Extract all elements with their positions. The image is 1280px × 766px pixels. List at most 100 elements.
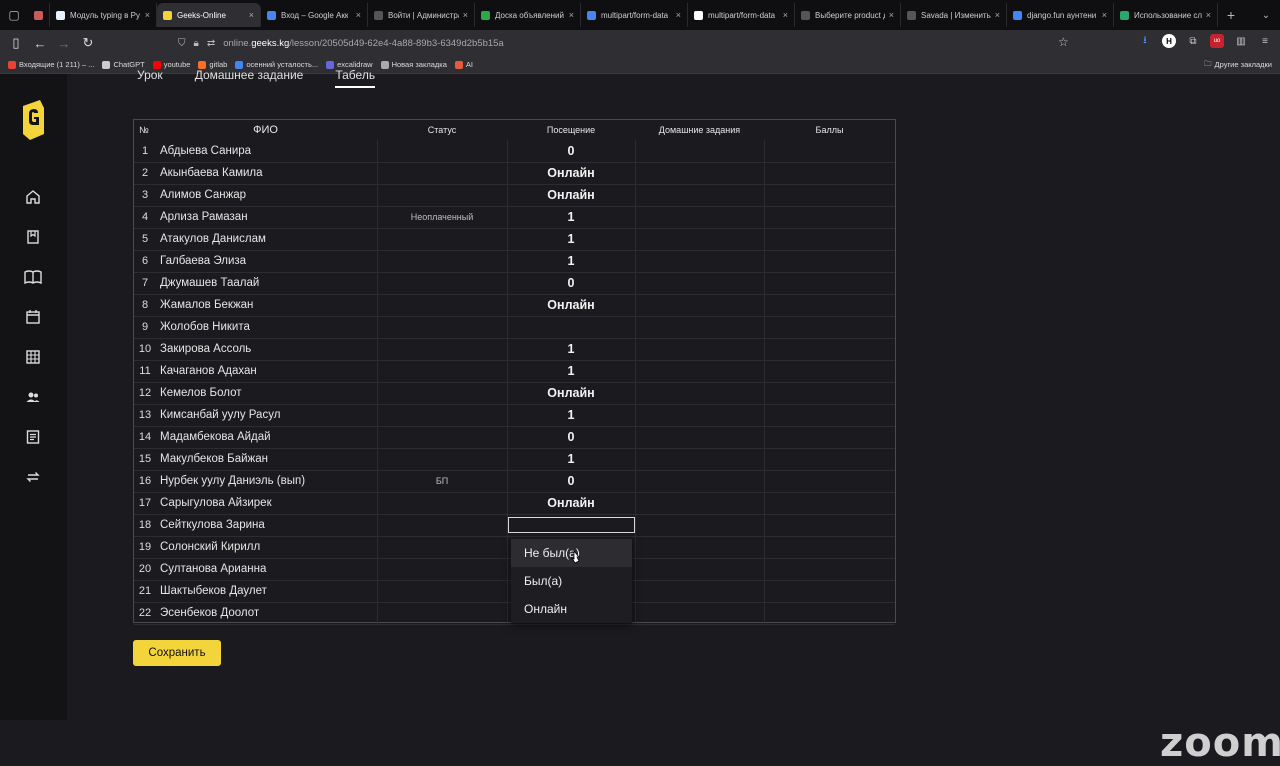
attendance-cell[interactable]: 0 [507, 272, 636, 295]
attendance-cell[interactable]: 1 [507, 448, 636, 471]
homework-cell[interactable] [635, 514, 765, 537]
homework-cell[interactable] [635, 492, 765, 515]
points-cell[interactable] [764, 382, 895, 405]
profile-avatar[interactable]: H [1162, 34, 1176, 48]
attendance-cell[interactable]: Онлайн [507, 162, 636, 185]
download-icon[interactable]: ⭳ [1138, 34, 1152, 48]
points-cell[interactable] [764, 448, 895, 471]
points-cell[interactable] [764, 228, 895, 251]
save-button[interactable]: Сохранить [133, 640, 221, 666]
site-settings-icon[interactable]: ⇄ [207, 38, 215, 49]
homework-cell[interactable] [635, 140, 765, 163]
points-cell[interactable] [764, 338, 895, 361]
points-cell[interactable] [764, 294, 895, 317]
table-grid-icon[interactable] [24, 348, 42, 366]
attendance-cell[interactable]: Онлайн [507, 294, 636, 317]
browser-tab[interactable]: Использование сл × [1114, 3, 1218, 27]
tab-close-icon[interactable]: × [779, 10, 788, 20]
browser-tab[interactable]: Geeks-Online × [157, 3, 261, 27]
points-cell[interactable] [764, 602, 895, 625]
other-bookmarks[interactable]: 🗀︎ Другие закладки [1204, 58, 1272, 71]
tab-journal[interactable]: Табель [335, 68, 376, 88]
bookmark-star-icon[interactable]: ☆ [1058, 35, 1069, 49]
tab-close-icon[interactable]: × [141, 10, 150, 20]
new-tab-button[interactable]: + [1218, 7, 1244, 23]
split-view-icon[interactable]: ▥ [1234, 34, 1248, 48]
attendance-cell[interactable]: 0 [507, 426, 636, 449]
users-icon[interactable] [24, 388, 42, 406]
homework-cell[interactable] [635, 426, 765, 449]
attendance-cell[interactable]: 1 [507, 206, 636, 229]
homework-cell[interactable] [635, 382, 765, 405]
tab-overview-icon[interactable]: ▢ [0, 0, 28, 30]
points-cell[interactable] [764, 558, 895, 581]
homework-cell[interactable] [635, 404, 765, 427]
home-icon[interactable] [24, 188, 42, 206]
browser-tab[interactable]: Доска объявлений × [475, 3, 581, 27]
attendance-cell[interactable]: Онлайн [507, 184, 636, 207]
browser-tab[interactable]: Модуль typing в Py × [50, 3, 157, 27]
forward-button[interactable]: → [52, 36, 76, 51]
attendance-cell[interactable]: 1 [507, 338, 636, 361]
points-cell[interactable] [764, 404, 895, 427]
points-cell[interactable] [764, 140, 895, 163]
tab-close-icon[interactable]: × [1202, 10, 1211, 20]
tab-close-icon[interactable]: × [352, 10, 361, 20]
tab-close-icon[interactable]: × [459, 10, 468, 20]
homework-cell[interactable] [635, 184, 765, 207]
attendance-cell[interactable]: 1 [507, 404, 636, 427]
attendance-cell[interactable] [507, 316, 636, 339]
homework-cell[interactable] [635, 602, 765, 625]
attendance-cell[interactable]: 1 [507, 228, 636, 251]
tab-close-icon[interactable]: × [885, 10, 894, 20]
browser-tab[interactable]: Savada | Изменить пол× [901, 3, 1007, 27]
tab-close-icon[interactable]: × [991, 10, 1000, 20]
browser-tab[interactable]: Выберите product для× [795, 3, 901, 27]
points-cell[interactable] [764, 360, 895, 383]
homework-cell[interactable] [635, 316, 765, 339]
tab-close-icon[interactable]: × [1098, 10, 1107, 20]
points-cell[interactable] [764, 184, 895, 207]
homework-cell[interactable] [635, 294, 765, 317]
sidebar-toggle-icon[interactable]: ▯ [4, 35, 28, 51]
browser-tab[interactable]: django.fun аунтени × [1007, 3, 1114, 27]
browser-tab[interactable] [28, 3, 50, 27]
homework-cell[interactable] [635, 206, 765, 229]
points-cell[interactable] [764, 514, 895, 537]
attendance-cell[interactable]: 1 [507, 250, 636, 273]
tab-close-icon[interactable]: × [245, 10, 254, 20]
tab-homework[interactable]: Домашнее задание [195, 68, 304, 88]
menu-icon[interactable]: ≡ [1258, 34, 1272, 48]
geeks-logo[interactable] [20, 100, 46, 140]
homework-cell[interactable] [635, 228, 765, 251]
points-cell[interactable] [764, 492, 895, 515]
points-cell[interactable] [764, 470, 895, 493]
open-book-icon[interactable] [24, 268, 42, 286]
browser-tab[interactable]: multipart/form-data × [581, 3, 688, 27]
points-cell[interactable] [764, 536, 895, 559]
dropdown-option-online[interactable]: Онлайн [511, 595, 632, 623]
tab-close-icon[interactable]: × [672, 10, 681, 20]
attendance-cell[interactable]: 1 [507, 360, 636, 383]
attendance-cell[interactable]: 0 [507, 470, 636, 493]
bookmark-item[interactable]: AI [454, 60, 473, 69]
dropdown-option-present[interactable]: Был(а) [511, 567, 632, 595]
points-cell[interactable] [764, 206, 895, 229]
tab-close-icon[interactable]: × [565, 10, 574, 20]
swap-arrows-icon[interactable] [24, 468, 42, 486]
homework-cell[interactable] [635, 536, 765, 559]
homework-cell[interactable] [635, 162, 765, 185]
attendance-cell[interactable]: Онлайн [507, 492, 636, 515]
points-cell[interactable] [764, 250, 895, 273]
tab-list-chevron-icon[interactable]: ⌄ [1252, 10, 1280, 21]
bookmark-book-icon[interactable] [24, 228, 42, 246]
points-cell[interactable] [764, 316, 895, 339]
points-cell[interactable] [764, 272, 895, 295]
browser-tab[interactable]: multipart/form-data × [688, 3, 795, 27]
homework-cell[interactable] [635, 272, 765, 295]
address-bar[interactable]: ⛉ 🔒︎ ⇄ online. geeks.kg/lesson/20505d49-6… [178, 33, 1078, 53]
homework-cell[interactable] [635, 558, 765, 581]
bookmark-item[interactable]: Входящие (1 211) – ... [8, 60, 94, 69]
attendance-cell[interactable]: Онлайн [507, 382, 636, 405]
homework-cell[interactable] [635, 580, 765, 603]
